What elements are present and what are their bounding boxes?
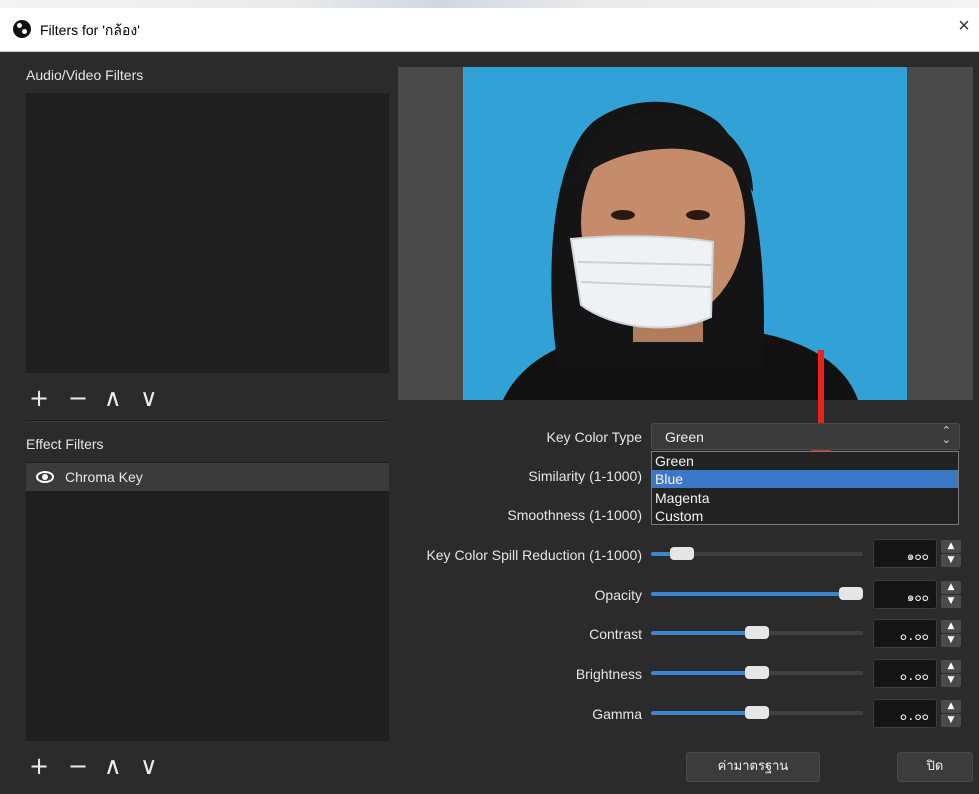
key-color-type-dropdown[interactable]: Green Blue Magenta Custom (651, 451, 959, 525)
effect-filters-header: Effect Filters (26, 436, 104, 452)
gamma-slider[interactable] (651, 706, 863, 719)
spill-reduction-spinbox[interactable]: ๑๐๐ ▲ ▼ (873, 539, 961, 568)
slider-fill (651, 631, 757, 635)
obs-logo-icon (13, 20, 31, 38)
window-title: Filters for 'กล้อง' (40, 22, 140, 38)
spinbox-field[interactable]: ๐.๐๐ (873, 619, 937, 648)
spin-down-icon[interactable]: ▼ (941, 674, 961, 687)
dropdown-option-custom[interactable]: Custom (652, 507, 958, 525)
spinbox-value: ๐.๐๐ (899, 709, 929, 723)
opacity-spinbox[interactable]: ๑๐๐ ▲ ▼ (873, 580, 961, 609)
effect-filter-item-chroma-key[interactable]: Chroma Key (26, 463, 389, 491)
brightness-spinbox[interactable]: ๐.๐๐ ▲ ▼ (873, 659, 961, 688)
effect-add-filter-button[interactable]: + (29, 754, 49, 778)
chevron-up-down-icon: ⌃ ⌄ (941, 424, 951, 446)
filters-dialog: Filters for 'กล้อง' × Audio/Video Filter… (0, 0, 979, 794)
av-move-up-button[interactable]: ∧ (104, 386, 122, 410)
camera-preview-image (463, 67, 907, 400)
defaults-button[interactable]: ค่ามาตรฐาน (686, 752, 820, 782)
person-preview-illustration (463, 67, 907, 400)
smoothness-label: Smoothness (1-1000) (507, 507, 642, 523)
spin-up-icon[interactable]: ▲ (941, 700, 961, 713)
contrast-spinbox[interactable]: ๐.๐๐ ▲ ▼ (873, 619, 961, 648)
effect-filters-list[interactable] (26, 462, 389, 741)
close-button[interactable]: ปิด (897, 752, 973, 782)
gamma-spinbox[interactable]: ๐.๐๐ ▲ ▼ (873, 699, 961, 728)
spin-down-icon[interactable]: ▼ (941, 554, 961, 567)
section-divider (26, 420, 389, 422)
key-color-type-value: Green (665, 429, 704, 445)
slider-handle[interactable] (745, 666, 769, 679)
slider-handle[interactable] (745, 706, 769, 719)
dropdown-option-blue[interactable]: Blue (652, 470, 958, 488)
spin-down-icon[interactable]: ▼ (941, 595, 961, 608)
key-color-type-label: Key Color Type (546, 429, 642, 445)
spinbox-field[interactable]: ๑๐๐ (873, 580, 937, 609)
spin-up-icon[interactable]: ▲ (941, 620, 961, 633)
title-bar-top-strip (0, 0, 979, 8)
spinbox-field[interactable]: ๐.๐๐ (873, 699, 937, 728)
slider-fill (651, 671, 757, 675)
spin-down-icon[interactable]: ▼ (941, 634, 961, 647)
brightness-label: Brightness (575, 666, 642, 682)
effect-filter-label: Chroma Key (65, 469, 143, 485)
av-remove-filter-button[interactable]: − (68, 386, 88, 410)
opacity-label: Opacity (594, 587, 642, 603)
spill-reduction-label: Key Color Spill Reduction (1-1000) (426, 547, 642, 563)
slider-fill (651, 711, 757, 715)
key-color-type-select[interactable]: Green ⌃ ⌄ (651, 423, 960, 450)
spinbox-value: ๑๐๐ (906, 590, 929, 604)
dropdown-option-magenta[interactable]: Magenta (652, 489, 958, 507)
slider-fill (651, 592, 851, 596)
gamma-label: Gamma (592, 706, 642, 722)
opacity-slider[interactable] (651, 587, 863, 600)
effect-move-down-button[interactable]: ∨ (140, 754, 158, 778)
spinbox-value: ๐.๐๐ (899, 629, 929, 643)
eye-icon[interactable] (36, 471, 54, 483)
title-bar: Filters for 'กล้อง' × (0, 0, 979, 52)
close-window-button[interactable]: × (953, 15, 975, 37)
spinbox-field[interactable]: ๐.๐๐ (873, 659, 937, 688)
effect-move-up-button[interactable]: ∧ (104, 754, 122, 778)
slider-handle[interactable] (669, 547, 694, 560)
av-add-filter-button[interactable]: + (29, 386, 49, 410)
av-move-down-button[interactable]: ∨ (140, 386, 158, 410)
slider-handle[interactable] (839, 587, 863, 600)
similarity-label: Similarity (1-1000) (528, 468, 642, 484)
spin-up-icon[interactable]: ▲ (941, 660, 961, 673)
spin-up-icon[interactable]: ▲ (941, 581, 961, 594)
spinbox-value: ๐.๐๐ (899, 669, 929, 683)
audio-video-filters-list[interactable] (26, 93, 389, 373)
spill-reduction-slider[interactable] (651, 547, 863, 560)
brightness-slider[interactable] (651, 666, 863, 679)
effect-remove-filter-button[interactable]: − (68, 754, 88, 778)
slider-handle[interactable] (745, 626, 769, 639)
dropdown-option-green[interactable]: Green (652, 452, 958, 470)
contrast-slider[interactable] (651, 626, 863, 639)
spin-up-icon[interactable]: ▲ (941, 540, 961, 553)
audio-video-filters-header: Audio/Video Filters (26, 67, 144, 83)
spinbox-field[interactable]: ๑๐๐ (873, 539, 937, 568)
spin-down-icon[interactable]: ▼ (941, 714, 961, 727)
spinbox-value: ๑๐๐ (906, 549, 929, 563)
contrast-label: Contrast (589, 626, 642, 642)
